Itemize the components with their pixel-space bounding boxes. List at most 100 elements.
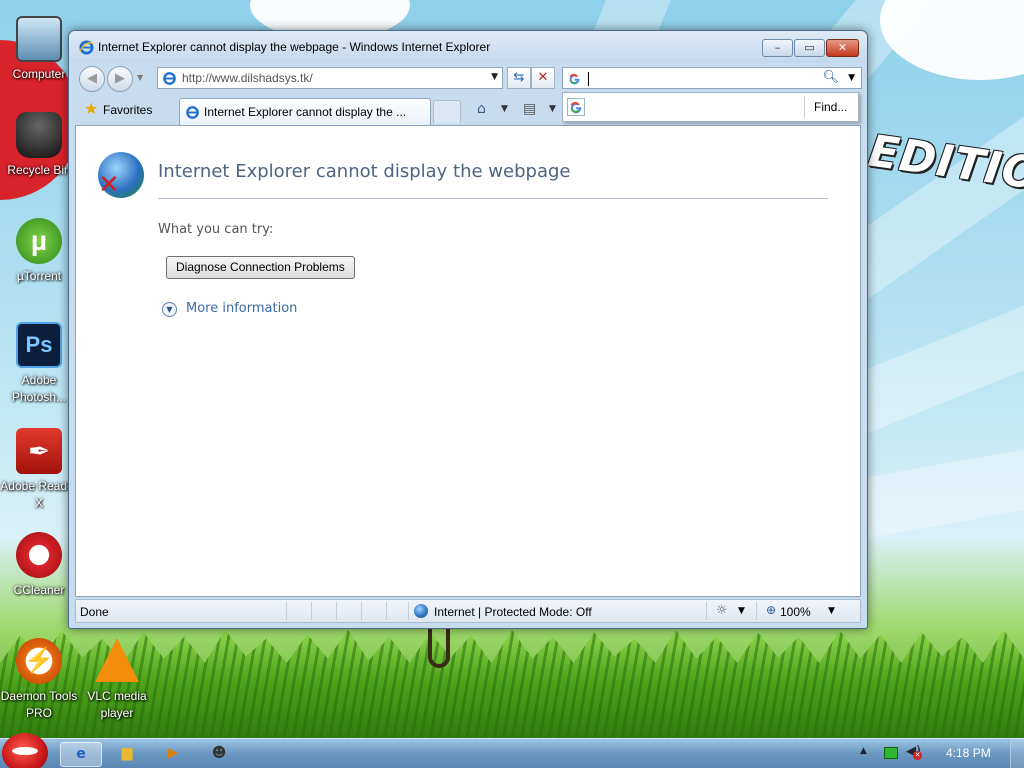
taskbar-internet-explorer-icon[interactable]: e: [60, 742, 102, 767]
text-caret: [588, 72, 589, 86]
google-icon: [569, 73, 580, 85]
desktop-icon-label: Computer: [12, 67, 66, 81]
privacy-dropdown-icon[interactable]: ▼: [738, 606, 745, 616]
desktop-icon-label: Adobe Reader X: [0, 479, 78, 510]
taskbar-folder-icon[interactable]: ▆: [106, 742, 148, 767]
divider: [804, 96, 805, 118]
status-bar: Done Internet | Protected Mode: Off ☼ ▼ …: [75, 599, 861, 623]
daemon-tools-icon: ⚡: [16, 638, 62, 684]
computer-icon: [16, 16, 62, 62]
address-dropdown-icon[interactable]: ▼: [491, 72, 498, 82]
security-zone-text[interactable]: Internet | Protected Mode: Off: [434, 605, 592, 619]
network-status-icon[interactable]: [884, 747, 898, 759]
stop-icon: ✕: [537, 70, 549, 85]
find-on-page-button[interactable]: Find...: [814, 100, 847, 114]
home-dropdown-icon[interactable]: ▼: [501, 104, 508, 114]
desktop-icon-label: µTorrent: [16, 269, 62, 283]
desktop-icon-label: Recycle Bin: [7, 163, 71, 177]
maximize-button[interactable]: ▭: [794, 39, 825, 57]
desktop-icon-computer[interactable]: Computer: [0, 16, 78, 83]
what-you-can-try-label: What you can try:: [158, 222, 274, 237]
zoom-dropdown-icon[interactable]: ▼: [828, 606, 835, 616]
feeds-icon[interactable]: ▤: [523, 101, 536, 117]
tab-current[interactable]: Internet Explorer cannot display the ...: [179, 98, 431, 125]
search-magnifier-icon[interactable]: 🔍︎: [822, 70, 839, 85]
title-bar[interactable]: Internet Explorer cannot display the web…: [69, 31, 867, 63]
back-arrow-icon: ◀: [87, 71, 97, 86]
status-text: Done: [80, 605, 109, 619]
clock[interactable]: 4:18 PM: [946, 746, 991, 760]
page-ie-icon: [163, 72, 176, 85]
favorites-label: Favorites: [103, 103, 153, 117]
internet-explorer-icon: [79, 40, 94, 55]
desktop-icon-label: Adobe Photosh...: [11, 373, 67, 404]
muted-x-icon: ✕: [913, 751, 922, 760]
address-url[interactable]: http://www.dilshadsys.tk/: [182, 71, 313, 85]
close-button[interactable]: ✕: [826, 39, 859, 57]
zoom-level[interactable]: 100%: [780, 605, 811, 619]
internet-zone-icon: [414, 604, 428, 618]
stop-button[interactable]: ✕: [531, 67, 555, 89]
recent-pages-dropdown[interactable]: ▼: [137, 73, 147, 83]
back-button[interactable]: ◀: [79, 66, 105, 92]
desktop-icon-vlc[interactable]: VLC media player: [78, 638, 156, 722]
forward-arrow-icon: ▶: [115, 71, 125, 86]
navigation-bar: ◀ ▶ ▼ http://www.dilshadsys.tk/ ▼ ⇆ ✕ 🔍︎…: [75, 64, 862, 94]
desktop-icon-recycle-bin[interactable]: Recycle Bin: [0, 112, 78, 179]
feeds-dropdown-icon[interactable]: ▼: [549, 104, 556, 114]
photoshop-icon: Ps: [16, 322, 62, 368]
divider: [386, 602, 387, 620]
home-icon[interactable]: ⌂: [477, 101, 486, 117]
page-content: ✕ Internet Explorer cannot display the w…: [75, 125, 861, 597]
start-button-angry-bird-icon[interactable]: [2, 733, 48, 768]
error-x-icon: ✕: [98, 170, 120, 200]
divider: [706, 602, 707, 620]
tab-title: Internet Explorer cannot display the ...: [204, 105, 407, 119]
show-desktop-button[interactable]: [1010, 739, 1024, 768]
desktop-icon-adobe-reader[interactable]: ✒ Adobe Reader X: [0, 428, 78, 512]
desktop-icon-label: Daemon Tools PRO: [0, 689, 78, 720]
utorrent-icon: µ: [16, 218, 62, 264]
refresh-icon: ⇆: [513, 70, 525, 85]
divider: [361, 602, 362, 620]
search-options-dropdown-icon[interactable]: ▼: [848, 73, 855, 83]
minimize-button[interactable]: –: [762, 39, 793, 57]
star-icon: ★: [84, 101, 99, 118]
divider: [286, 602, 287, 620]
divider: [756, 602, 757, 620]
ie-window: Internet Explorer cannot display the web…: [68, 30, 868, 629]
ccleaner-icon: [16, 532, 62, 578]
divider: [311, 602, 312, 620]
window-title: Internet Explorer cannot display the web…: [98, 40, 491, 54]
desktop-icon-label: VLC media player: [87, 689, 147, 720]
taskbar-media-player-icon[interactable]: ▶: [152, 742, 194, 767]
taskbar-app-icon[interactable]: ☻: [198, 742, 240, 767]
recycle-bin-icon: [16, 112, 62, 158]
divider: [158, 198, 828, 199]
adobe-reader-icon: ✒: [16, 428, 62, 474]
error-heading: Internet Explorer cannot display the web…: [158, 161, 571, 182]
search-suggestion-dropdown: Find...: [562, 92, 859, 122]
privacy-icon[interactable]: ☼: [716, 603, 728, 618]
diagnose-connection-problems-button[interactable]: Diagnose Connection Problems: [166, 256, 355, 279]
show-hidden-icons-arrow-icon[interactable]: ▲: [860, 746, 867, 756]
desktop-icon-photoshop[interactable]: Ps Adobe Photosh...: [0, 322, 78, 406]
divider: [408, 602, 409, 620]
zoom-magnifier-icon[interactable]: ⊕: [766, 603, 776, 617]
new-tab-button[interactable]: [433, 100, 461, 123]
desktop-icon-label: CCleaner: [13, 583, 65, 597]
forward-button[interactable]: ▶: [107, 66, 133, 92]
tab-ie-icon: [186, 106, 199, 119]
expand-chevron-icon[interactable]: ▼: [162, 302, 177, 317]
google-provider-icon[interactable]: [567, 98, 585, 116]
refresh-button[interactable]: ⇆: [507, 67, 531, 89]
vlc-cone-icon: [95, 638, 139, 682]
favorites-button[interactable]: ★ Favorites: [81, 99, 158, 121]
address-bar[interactable]: http://www.dilshadsys.tk/ ▼: [157, 67, 503, 89]
taskbar: e ▆ ▶ ☻ ▲ ◀) ✕ 4:18 PM: [0, 733, 1024, 768]
more-information-link[interactable]: More information: [186, 301, 297, 316]
desktop-icon-daemon-tools[interactable]: ⚡ Daemon Tools PRO: [0, 638, 78, 722]
desktop-icon-utorrent[interactable]: µ µTorrent: [0, 218, 78, 285]
search-box[interactable]: 🔍︎ ▼: [562, 67, 862, 89]
desktop-icon-ccleaner[interactable]: CCleaner: [0, 532, 78, 599]
